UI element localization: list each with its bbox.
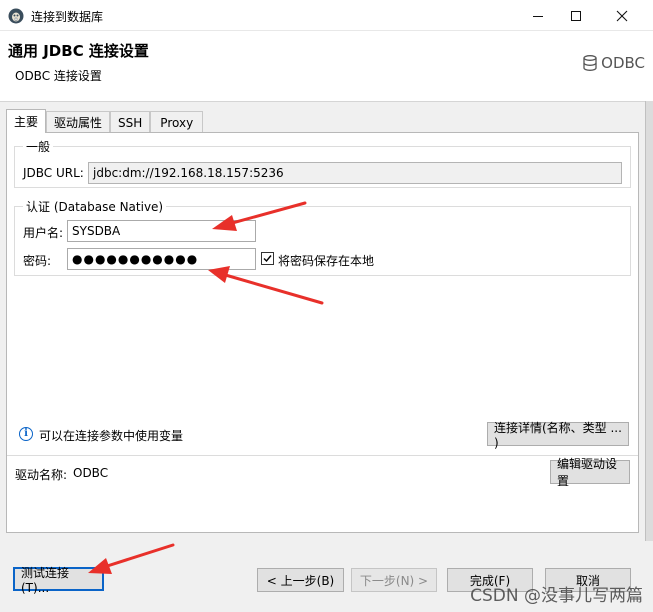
save-password-checkbox[interactable] [261, 252, 274, 265]
page-title: 通用 JDBC 连接设置 [8, 42, 149, 60]
main-tab-panel: 一般 JDBC URL: jdbc:dm://192.168.18.157:52… [6, 132, 639, 533]
minimize-icon [533, 15, 543, 17]
window-edge [645, 101, 653, 612]
maximize-button[interactable] [553, 0, 599, 31]
page-subtitle: ODBC 连接设置 [15, 69, 102, 83]
tab-ssh[interactable]: SSH [110, 111, 151, 133]
jdbc-url-field[interactable]: jdbc:dm://192.168.18.157:5236 [88, 162, 622, 184]
dbeaver-app-icon [8, 8, 24, 24]
close-icon [616, 10, 628, 21]
window-title: 连接到数据库 [31, 10, 104, 24]
watermark: CSDN @没事儿写两篇 [470, 586, 643, 606]
driver-name-value: ODBC [73, 466, 109, 480]
password-label: 密码: [23, 254, 52, 268]
tab-main[interactable]: 主要 [6, 109, 47, 133]
database-icon [583, 55, 597, 71]
maximize-icon [571, 10, 581, 21]
username-label: 用户名: [23, 226, 64, 240]
next-button[interactable]: 下一步(N) > [351, 568, 437, 592]
test-connection-button[interactable]: 测试连接(T)... [13, 566, 104, 595]
tab-strip: 主要 驱动属性 SSH Proxy [6, 109, 204, 133]
info-icon: i [19, 427, 33, 441]
tab-driver-properties[interactable]: 驱动属性 [46, 111, 111, 133]
main-area: 主要 驱动属性 SSH Proxy 一般 JDBC URL: jdbc:dm:/… [0, 101, 645, 541]
edit-driver-button[interactable]: 编辑驱动设置 [550, 457, 630, 488]
close-button[interactable] [599, 0, 645, 31]
odbc-logo-text: ODBC [601, 54, 645, 72]
username-field[interactable]: SYSDBA [67, 220, 256, 242]
driver-name-label: 驱动名称: [15, 468, 68, 482]
variables-hint: 可以在连接参数中使用变量 [39, 429, 184, 443]
connection-details-button[interactable]: 连接详情(名称、类型 ... ) [487, 421, 629, 450]
tab-proxy[interactable]: Proxy [150, 111, 204, 133]
odbc-logo: ODBC [583, 54, 645, 72]
save-password-label: 将密码保存在本地 [278, 254, 375, 268]
back-button[interactable]: < 上一步(B) [257, 568, 344, 592]
password-field[interactable]: ●●●●●●●●●●● [67, 248, 256, 270]
separator [7, 455, 638, 456]
jdbc-url-label: JDBC URL: [23, 166, 84, 180]
general-legend: 一般 [26, 140, 51, 154]
dialog-header: 通用 JDBC 连接设置 ODBC 连接设置 ODBC [0, 31, 653, 101]
auth-legend: 认证 (Database Native) [26, 200, 164, 214]
checkmark-icon [263, 255, 272, 263]
title-bar: 连接到数据库 [0, 0, 653, 31]
